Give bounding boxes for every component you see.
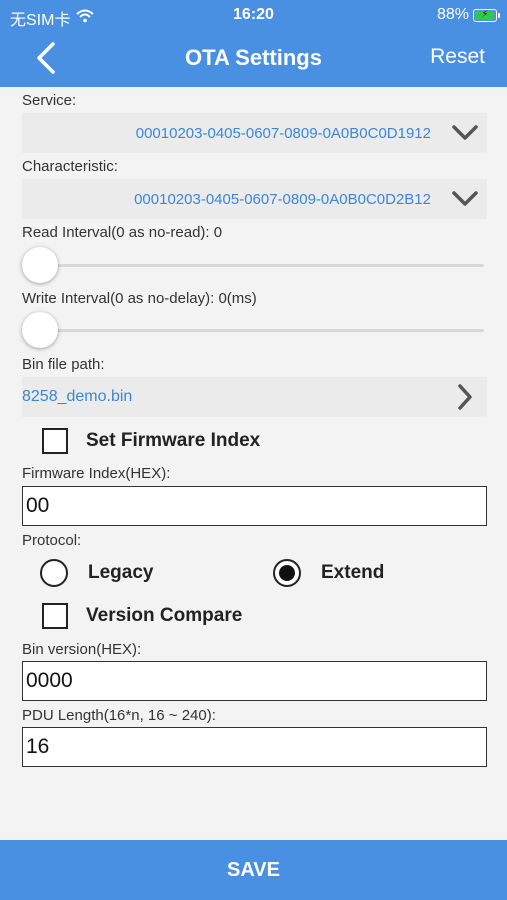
set-firmware-index-label: Set Firmware Index	[86, 430, 261, 451]
chevron-down-icon	[443, 125, 487, 141]
slider-thumb[interactable]	[22, 312, 58, 348]
header: 无SIM卡 16:20 88% ⚡ OTA Settings Reset	[0, 0, 507, 87]
bin-version-label: Bin version(HEX):	[22, 641, 142, 658]
firmware-index-input[interactable]: 00	[22, 486, 487, 526]
status-time: 16:20	[233, 6, 274, 23]
service-label: Service:	[22, 92, 77, 109]
reset-button[interactable]: Reset	[430, 45, 485, 69]
characteristic-label: Characteristic:	[22, 158, 118, 175]
protocol-legacy-radio[interactable]: Legacy	[40, 559, 153, 587]
bin-file-label: Bin file path:	[22, 356, 105, 373]
save-button[interactable]: SAVE	[0, 840, 507, 900]
chevron-right-icon	[443, 384, 487, 410]
checkbox-box[interactable]	[42, 428, 68, 454]
read-interval-label: Read Interval(0 as no-read): 0	[22, 224, 223, 241]
radio-button[interactable]	[40, 559, 68, 587]
radio-button[interactable]	[273, 559, 301, 587]
slider-thumb[interactable]	[22, 247, 58, 283]
protocol-label: Protocol:	[22, 532, 82, 549]
set-firmware-index-checkbox[interactable]: Set Firmware Index	[42, 428, 260, 454]
slider-track	[40, 329, 484, 332]
version-compare-label: Version Compare	[86, 605, 243, 626]
service-value: 00010203-0405-0607-0809-0A0B0C0D1912	[135, 124, 431, 142]
battery-percent: 88%	[436, 6, 469, 23]
bin-file-selector[interactable]: 8258_demo.bin	[22, 377, 487, 417]
pdu-length-input[interactable]: 16	[22, 727, 487, 767]
characteristic-selector[interactable]: 00010203-0405-0607-0809-0A0B0C0D2B12	[22, 179, 487, 219]
status-right: 88% ⚡	[436, 6, 500, 24]
chevron-down-icon	[443, 191, 487, 207]
write-interval-label: Write Interval(0 as no-delay): 0(ms)	[22, 290, 257, 307]
status-bar: 无SIM卡 16:20 88% ⚡	[0, 0, 507, 30]
legacy-label: Legacy	[88, 562, 154, 583]
slider-track	[40, 264, 484, 267]
characteristic-value: 00010203-0405-0607-0809-0A0B0C0D2B12	[134, 190, 431, 208]
write-interval-slider[interactable]	[22, 310, 484, 350]
bin-file-value: 8258_demo.bin	[22, 388, 133, 405]
firmware-index-label: Firmware Index(HEX):	[22, 465, 171, 482]
protocol-extend-radio[interactable]: Extend	[273, 559, 384, 587]
checkbox-box[interactable]	[42, 603, 68, 629]
read-interval-slider[interactable]	[22, 245, 484, 285]
extend-label: Extend	[321, 562, 385, 583]
version-compare-checkbox[interactable]: Version Compare	[42, 603, 242, 629]
bin-version-input[interactable]: 0000	[22, 661, 487, 701]
pdu-length-label: PDU Length(16*n, 16 ~ 240):	[22, 707, 216, 724]
navbar: OTA Settings Reset	[0, 30, 507, 87]
battery-icon: ⚡	[473, 8, 500, 22]
service-selector[interactable]: 00010203-0405-0607-0809-0A0B0C0D1912	[22, 113, 487, 153]
